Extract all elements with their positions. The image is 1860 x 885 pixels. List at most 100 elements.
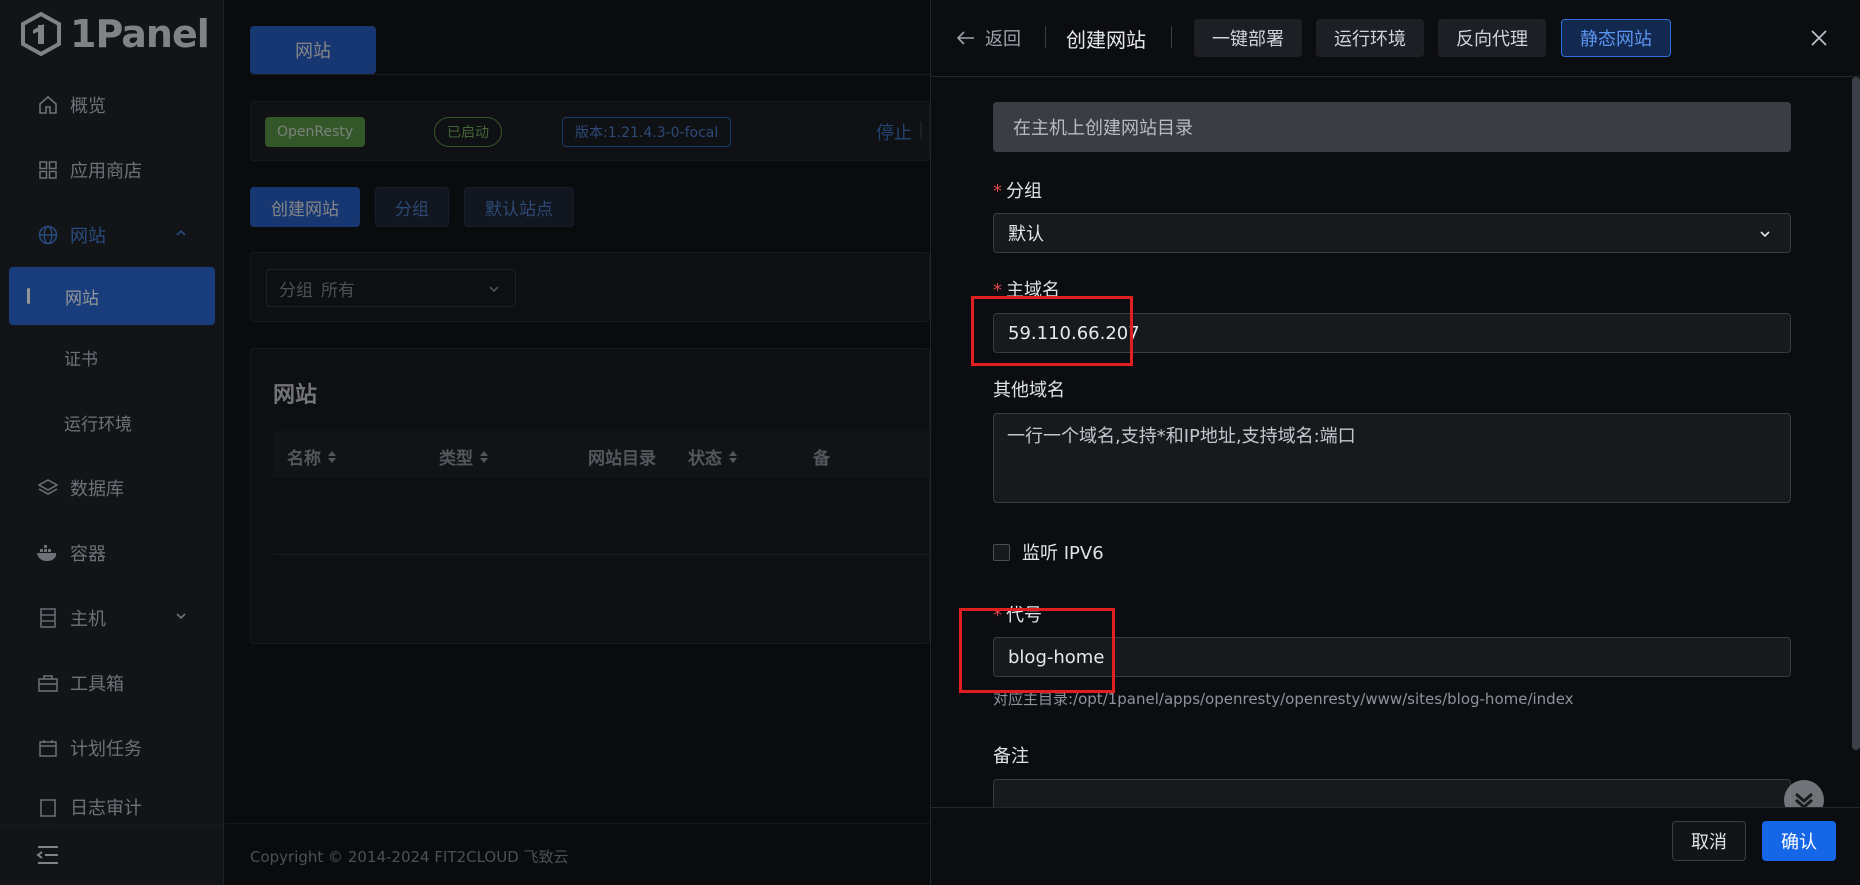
tab-reverse-proxy[interactable]: 反向代理 <box>1438 19 1546 57</box>
divider <box>1045 26 1046 48</box>
drawer-header: 返回 创建网站 一键部署 运行环境 反向代理 静态网站 <box>931 0 1860 77</box>
divider <box>250 74 930 75</box>
column-label: 名称 <box>287 449 321 469</box>
sidebar-item-websites[interactable]: 网站 <box>0 202 224 267</box>
column-directory: 网站目录 <box>588 444 656 469</box>
sidebar-item-containers[interactable]: 容器 <box>0 520 224 585</box>
sort-icon <box>480 450 488 463</box>
cancel-button[interactable]: 取消 <box>1672 821 1746 861</box>
tab-websites[interactable]: 网站 <box>250 26 376 74</box>
group-value: 默认 <box>1008 224 1044 245</box>
calendar-icon <box>36 736 60 760</box>
filter-label: 分组 <box>279 280 313 301</box>
sidebar-nav: 概览 应用商店 网站 网站 证书 运行环境 数据库 容器 主机 工具箱 计划任务… <box>0 72 224 820</box>
docker-icon <box>36 541 60 565</box>
tab-one-click-deploy[interactable]: 一键部署 <box>1194 19 1302 57</box>
ipv6-option[interactable]: 监听 IPV6 <box>993 539 1104 565</box>
remark-input[interactable] <box>993 779 1791 807</box>
tab-runtime[interactable]: 运行环境 <box>1316 19 1424 57</box>
sidebar-item-websites-list[interactable]: 网站 <box>9 267 215 325</box>
other-domains-textarea[interactable]: 一行一个域名,支持*和IP地址,支持域名:端口 <box>993 413 1791 503</box>
tab-static-site[interactable]: 静态网站 <box>1561 19 1671 57</box>
create-dir-hint: 在主机上创建网站目录 <box>993 102 1791 152</box>
logo-icon <box>21 12 61 56</box>
column-label: 网站目录 <box>588 449 656 469</box>
server-icon <box>36 606 60 630</box>
openresty-status-bar: OpenResty 已启动 版本:1.21.4.3-0-focal 停止 | 重 <box>250 101 956 161</box>
sidebar-item-label: 证书 <box>64 350 98 370</box>
group-label: * 分组 <box>993 177 1042 203</box>
drawer-scrollbar[interactable] <box>1852 77 1860 750</box>
stop-link[interactable]: 停止 <box>876 119 912 145</box>
default-site-button[interactable]: 默认站点 <box>464 187 574 227</box>
grid-icon <box>36 158 60 182</box>
chevron-down-icon <box>489 286 499 293</box>
chevron-down-icon <box>1760 231 1770 238</box>
brand-name: 1Panel <box>70 12 210 56</box>
sort-icon <box>729 450 737 463</box>
group-filter-select[interactable]: 分组 所有 <box>266 269 516 307</box>
ipv6-checkbox[interactable] <box>993 543 1010 561</box>
confirm-button[interactable]: 确认 <box>1762 821 1836 861</box>
link-separator: | <box>918 119 925 140</box>
column-status[interactable]: 状态 <box>688 444 738 469</box>
group-select[interactable]: 默认 <box>993 213 1791 253</box>
sidebar-item-label: 主机 <box>70 608 106 630</box>
sidebar-item-label: 工具箱 <box>70 673 124 695</box>
sidebar-item-label: 应用商店 <box>70 160 142 182</box>
sidebar: 1Panel 概览 应用商店 网站 网站 证书 运行环境 数据库 容器 主机 工… <box>0 0 224 885</box>
menu-collapse-icon[interactable] <box>36 844 60 866</box>
home-icon <box>36 93 60 117</box>
layers-icon <box>36 476 60 500</box>
column-label: 状态 <box>688 449 722 469</box>
ipv6-label: 监听 IPV6 <box>1022 543 1104 564</box>
sidebar-item-cron[interactable]: 计划任务 <box>0 715 224 780</box>
required-mark: * <box>993 181 1002 202</box>
sidebar-item-label: 计划任务 <box>70 738 142 760</box>
version-badge: 版本:1.21.4.3-0-focal <box>562 117 732 147</box>
other-domains-label: 其他域名 <box>993 380 1065 401</box>
sort-icon <box>328 450 336 463</box>
chevron-up-icon <box>176 229 186 236</box>
panel-title: 网站 <box>273 383 318 408</box>
sidebar-item-label: 网站 <box>70 225 106 247</box>
create-website-drawer: 返回 创建网站 一键部署 运行环境 反向代理 静态网站 在主机上创建网站目录 *… <box>930 0 1860 885</box>
sidebar-item-toolbox[interactable]: 工具箱 <box>0 650 224 715</box>
copyright-text: Copyright © 2014-2024 FIT2CLOUD 飞致云 <box>250 848 569 866</box>
drawer-title: 创建网站 <box>1066 28 1146 52</box>
group-button[interactable]: 分组 <box>375 187 449 227</box>
column-label: 备 <box>813 449 830 469</box>
sidebar-footer <box>0 825 224 885</box>
sidebar-item-logs[interactable]: 日志审计 <box>0 780 224 820</box>
sidebar-item-label: 容器 <box>70 543 106 565</box>
column-remark: 备 <box>813 444 830 469</box>
column-type[interactable]: 类型 <box>439 444 489 469</box>
back-button[interactable]: 返回 <box>957 25 1021 51</box>
sidebar-item-database[interactable]: 数据库 <box>0 455 224 520</box>
label-text: 分组 <box>1006 181 1042 202</box>
app-tag: OpenResty <box>265 117 366 147</box>
sidebar-item-label: 网站 <box>65 288 99 309</box>
sidebar-item-runtime[interactable]: 运行环境 <box>0 390 224 455</box>
chevron-down-icon <box>176 613 186 620</box>
sidebar-item-label: 数据库 <box>70 478 124 500</box>
sidebar-item-label: 日志审计 <box>70 798 142 819</box>
toolbox-icon <box>36 671 60 695</box>
divider <box>1171 26 1172 48</box>
column-name[interactable]: 名称 <box>287 444 337 469</box>
sidebar-item-host[interactable]: 主机 <box>0 585 224 650</box>
drawer-form: 在主机上创建网站目录 * 分组 默认 * 主域名 59.110.66.207 其他域… <box>931 77 1860 807</box>
websites-panel: 网站 名称 类型 网站目录 状态 备 <box>250 348 931 644</box>
status-badge: 已启动 <box>434 117 502 147</box>
brand-logo[interactable]: 1Panel <box>20 10 210 58</box>
column-label: 类型 <box>439 449 473 469</box>
filter-value: 所有 <box>321 280 355 301</box>
sidebar-item-overview[interactable]: 概览 <box>0 72 224 137</box>
highlight-box-alias <box>959 608 1115 693</box>
sidebar-item-certificates[interactable]: 证书 <box>0 325 224 390</box>
sidebar-item-label: 运行环境 <box>64 415 132 435</box>
sidebar-item-app-store[interactable]: 应用商店 <box>0 137 224 202</box>
highlight-box-domain <box>971 296 1133 366</box>
create-website-button[interactable]: 创建网站 <box>250 187 360 227</box>
close-icon[interactable] <box>1809 28 1829 48</box>
